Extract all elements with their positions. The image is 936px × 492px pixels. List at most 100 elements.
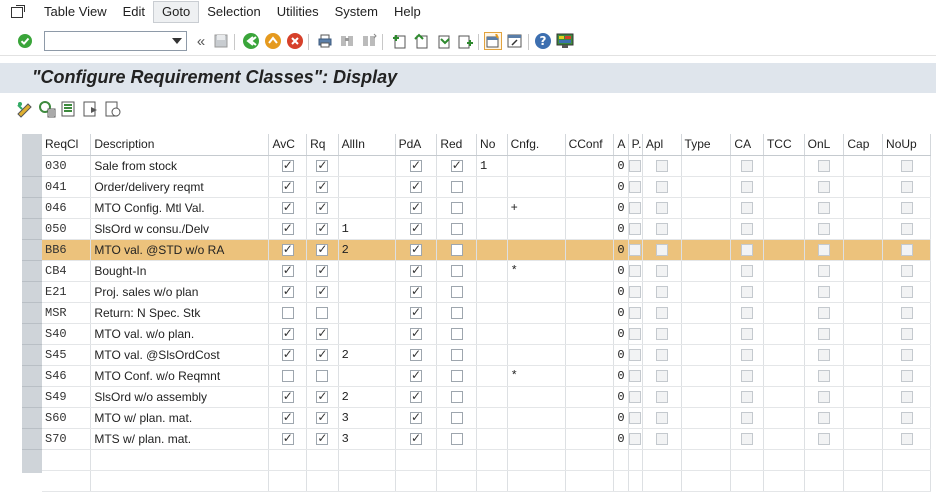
select-block-icon[interactable] (82, 100, 100, 118)
pda-checkbox[interactable] (409, 368, 422, 383)
apl-checkbox[interactable] (655, 349, 668, 362)
red-checkbox[interactable] (450, 433, 463, 446)
red-checkbox[interactable] (450, 181, 463, 194)
onl-checkbox[interactable] (818, 223, 831, 236)
select-all-icon[interactable] (60, 100, 78, 118)
rq-checkbox[interactable] (316, 389, 329, 404)
onl-checkbox[interactable] (818, 349, 831, 362)
rq-checkbox[interactable] (316, 221, 329, 236)
onl-checkbox[interactable] (818, 244, 831, 257)
noup-checkbox[interactable] (900, 223, 913, 236)
noup-checkbox[interactable] (900, 265, 913, 278)
noup-checkbox[interactable] (900, 160, 913, 173)
column-header[interactable]: P. (628, 134, 643, 156)
menu-selection[interactable]: Selection (199, 1, 268, 23)
noup-checkbox[interactable] (900, 181, 913, 194)
customize-layout-icon[interactable] (556, 32, 574, 50)
row-selector[interactable] (22, 387, 42, 408)
column-header[interactable]: Cnfg. (507, 134, 566, 156)
red-checkbox[interactable] (450, 307, 463, 320)
pda-checkbox[interactable] (409, 158, 422, 173)
save-icon[interactable] (212, 32, 230, 50)
apl-checkbox[interactable] (655, 433, 668, 446)
apl-checkbox[interactable] (655, 223, 668, 236)
row-selector[interactable] (22, 198, 42, 219)
column-header[interactable]: Description (90, 134, 270, 156)
ca-checkbox[interactable] (741, 307, 754, 320)
avc-checkbox[interactable] (281, 431, 294, 446)
menu-system[interactable]: System (327, 1, 386, 23)
p-checkbox[interactable] (629, 328, 642, 341)
red-checkbox[interactable] (450, 286, 463, 299)
chevron-down-icon[interactable] (172, 38, 182, 44)
table-row[interactable]: E21Proj. sales w/o plan 0 (42, 281, 931, 303)
find-next-icon[interactable] (360, 32, 378, 50)
red-checkbox[interactable] (450, 244, 463, 257)
column-header[interactable]: NoUp (882, 134, 931, 156)
table-row[interactable]: 046MTO Config. Mtl Val. +0 (42, 197, 931, 219)
ca-checkbox[interactable] (741, 433, 754, 446)
onl-checkbox[interactable] (818, 370, 831, 383)
pda-checkbox[interactable] (409, 263, 422, 278)
column-header[interactable]: Apl (642, 134, 682, 156)
pda-checkbox[interactable] (409, 347, 422, 362)
onl-checkbox[interactable] (818, 202, 831, 215)
row-selector[interactable] (22, 219, 42, 240)
avc-checkbox[interactable] (281, 200, 294, 215)
rq-checkbox[interactable] (316, 370, 329, 383)
avc-checkbox[interactable] (281, 158, 294, 173)
find-icon[interactable] (338, 32, 356, 50)
p-checkbox[interactable] (629, 349, 642, 362)
pda-checkbox[interactable] (409, 221, 422, 236)
noup-checkbox[interactable] (900, 370, 913, 383)
ca-checkbox[interactable] (741, 160, 754, 173)
pda-checkbox[interactable] (409, 179, 422, 194)
pda-checkbox[interactable] (409, 284, 422, 299)
rq-checkbox[interactable] (316, 307, 329, 320)
column-header[interactable]: Rq (306, 134, 339, 156)
avc-checkbox[interactable] (281, 410, 294, 425)
rq-checkbox[interactable] (316, 284, 329, 299)
onl-checkbox[interactable] (818, 181, 831, 194)
noup-checkbox[interactable] (900, 202, 913, 215)
pda-checkbox[interactable] (409, 242, 422, 257)
avc-checkbox[interactable] (281, 179, 294, 194)
column-header[interactable]: AllIn (338, 134, 396, 156)
menu-utilities[interactable]: Utilities (269, 1, 327, 23)
p-checkbox[interactable] (629, 286, 642, 299)
table-row[interactable]: MSRReturn: N Spec. Stk 0 (42, 302, 931, 324)
back-icon[interactable] (242, 32, 260, 50)
rq-checkbox[interactable] (316, 200, 329, 215)
apl-checkbox[interactable] (655, 286, 668, 299)
row-selector[interactable] (22, 156, 42, 177)
ca-checkbox[interactable] (741, 286, 754, 299)
first-page-icon[interactable] (390, 32, 408, 50)
noup-checkbox[interactable] (900, 412, 913, 425)
ca-checkbox[interactable] (741, 181, 754, 194)
menu-table-view[interactable]: Table View (36, 1, 115, 23)
noup-checkbox[interactable] (900, 433, 913, 446)
rq-checkbox[interactable] (316, 179, 329, 194)
pda-checkbox[interactable] (409, 389, 422, 404)
red-checkbox[interactable] (450, 223, 463, 236)
row-selector[interactable] (22, 282, 42, 303)
red-checkbox[interactable] (450, 328, 463, 341)
row-selector[interactable] (22, 408, 42, 429)
ca-checkbox[interactable] (741, 412, 754, 425)
red-checkbox[interactable] (450, 370, 463, 383)
onl-checkbox[interactable] (818, 433, 831, 446)
table-row[interactable]: S60MTO w/ plan. mat. 3 0 (42, 407, 931, 429)
apl-checkbox[interactable] (655, 202, 668, 215)
avc-checkbox[interactable] (281, 263, 294, 278)
pda-checkbox[interactable] (409, 410, 422, 425)
pda-checkbox[interactable] (409, 326, 422, 341)
red-checkbox[interactable] (450, 349, 463, 362)
ca-checkbox[interactable] (741, 223, 754, 236)
column-header[interactable]: CA (730, 134, 764, 156)
onl-checkbox[interactable] (818, 160, 831, 173)
red-checkbox[interactable] (450, 391, 463, 404)
ca-checkbox[interactable] (741, 349, 754, 362)
deselect-all-icon[interactable] (104, 100, 122, 118)
rq-checkbox[interactable] (316, 326, 329, 341)
command-input[interactable] (45, 32, 163, 50)
